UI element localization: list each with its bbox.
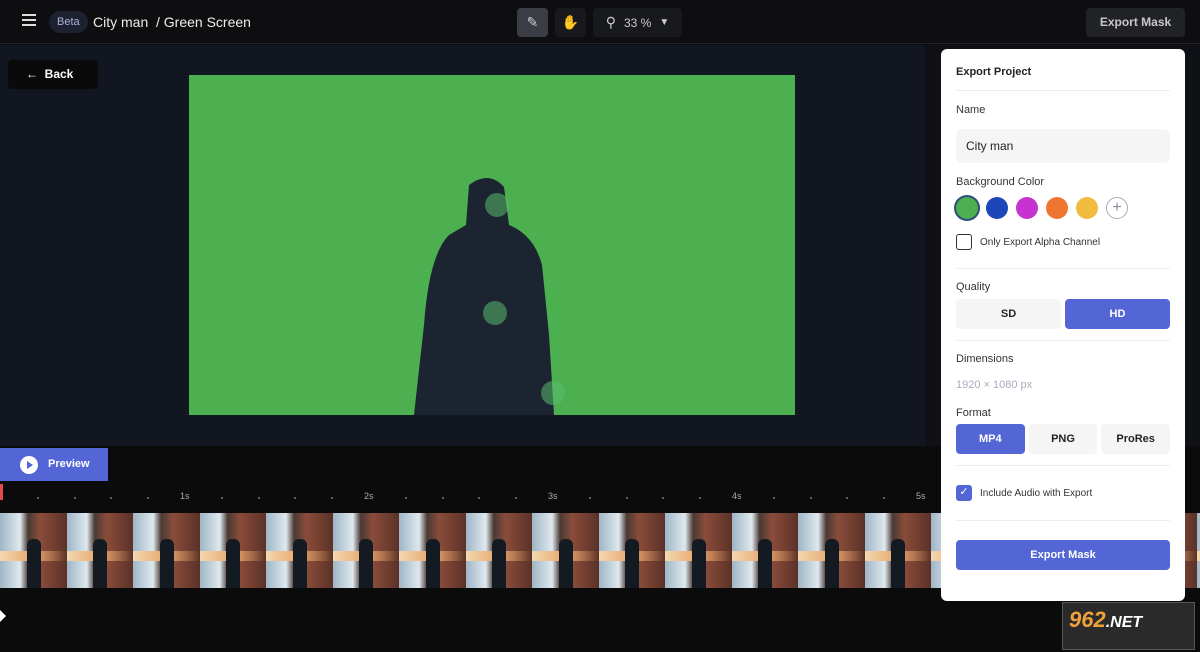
quality-label: Quality [956, 281, 991, 293]
playhead[interactable] [0, 484, 3, 500]
tick-dot [883, 497, 886, 499]
audio-label: Include Audio with Export [980, 487, 1093, 499]
color-swatch[interactable] [986, 197, 1008, 219]
tick-label: 5s [916, 491, 926, 501]
format-png[interactable]: PNG [1028, 424, 1098, 454]
preview-button[interactable]: Preview [0, 448, 108, 481]
film-thumbnail [532, 513, 599, 588]
audio-checkbox[interactable]: ✓ Include Audio with Export [956, 485, 1170, 501]
film-thumbnail [266, 513, 333, 588]
checkbox[interactable] [956, 234, 972, 250]
tracking-point[interactable] [541, 381, 565, 405]
top-bar: Beta City man / Green Screen ✎ ✋ ⚲ 33 % ▼ … [0, 0, 1200, 44]
magnifier-icon: ⚲ [605, 14, 616, 30]
dimensions-value: 1920 × 1080 px [956, 379, 1033, 391]
dimensions-label: Dimensions [956, 353, 1014, 365]
hand-tool-button[interactable]: ✋ [555, 8, 586, 37]
tick-dot [404, 497, 407, 499]
tick-dot [110, 497, 113, 499]
back-button[interactable]: ← Back [8, 60, 98, 89]
format-prores[interactable]: ProRes [1101, 424, 1171, 454]
color-swatch[interactable] [956, 197, 978, 219]
film-thumbnail [332, 513, 399, 588]
menu-icon[interactable] [22, 14, 36, 26]
color-swatches: + [956, 197, 1170, 219]
film-thumbnail [665, 513, 732, 588]
tick-dot [441, 497, 444, 499]
tick-dot [809, 497, 812, 499]
film-thumbnail [399, 513, 466, 588]
export-mask-button[interactable]: Export Mask [956, 540, 1170, 570]
tick-label: 2s [364, 491, 374, 501]
tick-label: 1s [180, 491, 190, 501]
plus-icon[interactable]: + [1106, 197, 1128, 219]
tick-dot [294, 497, 297, 499]
arrow-left-icon: ← [26, 67, 38, 81]
quality-hd[interactable]: HD [1065, 299, 1170, 329]
tick-dot [331, 497, 334, 499]
tick-label: 3s [548, 491, 558, 501]
tick-dot [699, 497, 702, 499]
annotate-tool-button[interactable]: ✎ [517, 8, 548, 37]
breadcrumb: City man / Green Screen [93, 14, 251, 30]
beta-badge: Beta [49, 11, 88, 33]
preview-label: Preview [48, 458, 90, 470]
film-thumbnail [66, 513, 133, 588]
hand-icon: ✋ [561, 14, 580, 30]
tick-dot [147, 497, 150, 499]
zoom-value: 33 % [624, 15, 652, 30]
tick-dot [625, 497, 628, 499]
format-label: Format [956, 407, 991, 419]
name-label: Name [956, 104, 986, 116]
tick-dot [220, 497, 223, 499]
film-thumbnail [465, 513, 532, 588]
project-name[interactable]: City man [93, 14, 148, 30]
alpha-label: Only Export Alpha Channel [980, 236, 1101, 248]
panel-title: Export Project [956, 49, 1170, 91]
film-thumbnail [731, 513, 798, 588]
back-label: Back [44, 67, 74, 81]
export-panel: Export Project Name City man Background … [941, 49, 1185, 601]
caret-down-icon: ▼ [659, 17, 670, 28]
alpha-checkbox[interactable]: Only Export Alpha Channel [956, 234, 1170, 250]
tick-dot [257, 497, 260, 499]
tracking-point[interactable] [483, 301, 507, 325]
format-mp4[interactable]: MP4 [956, 424, 1025, 454]
video-frame[interactable] [189, 75, 795, 415]
tick-dot [478, 497, 481, 499]
color-swatch[interactable] [1076, 197, 1098, 219]
film-thumbnail [598, 513, 665, 588]
tick-dot [772, 497, 775, 499]
tick-dot [662, 497, 665, 499]
film-thumbnail [798, 513, 865, 588]
tick-dot [588, 497, 591, 499]
tick-label: 4s [732, 491, 742, 501]
track-marker[interactable] [0, 610, 6, 622]
tracking-point[interactable] [485, 193, 509, 217]
watermark-logo: 962.NET [1062, 602, 1195, 650]
color-swatch[interactable] [1046, 197, 1068, 219]
breadcrumb-page: / Green Screen [156, 14, 251, 30]
tick-dot [846, 497, 849, 499]
play-icon [20, 456, 38, 474]
film-thumbnail [133, 513, 200, 588]
tick-dot [515, 497, 518, 499]
annotate-icon: ✎ [526, 14, 539, 30]
check-icon[interactable]: ✓ [956, 485, 972, 501]
film-thumbnail [0, 513, 67, 588]
tick-dot [36, 497, 39, 499]
color-swatch[interactable] [1016, 197, 1038, 219]
name-input[interactable]: City man [956, 129, 1170, 163]
quality-sd[interactable]: SD [956, 299, 1061, 329]
zoom-select[interactable]: ⚲ 33 % ▼ [593, 8, 682, 37]
export-mask-top-button[interactable]: Export Mask [1086, 8, 1185, 37]
bg-color-label: Background Color [956, 176, 1045, 188]
tick-dot [73, 497, 76, 499]
film-thumbnail [199, 513, 266, 588]
film-thumbnail [864, 513, 931, 588]
